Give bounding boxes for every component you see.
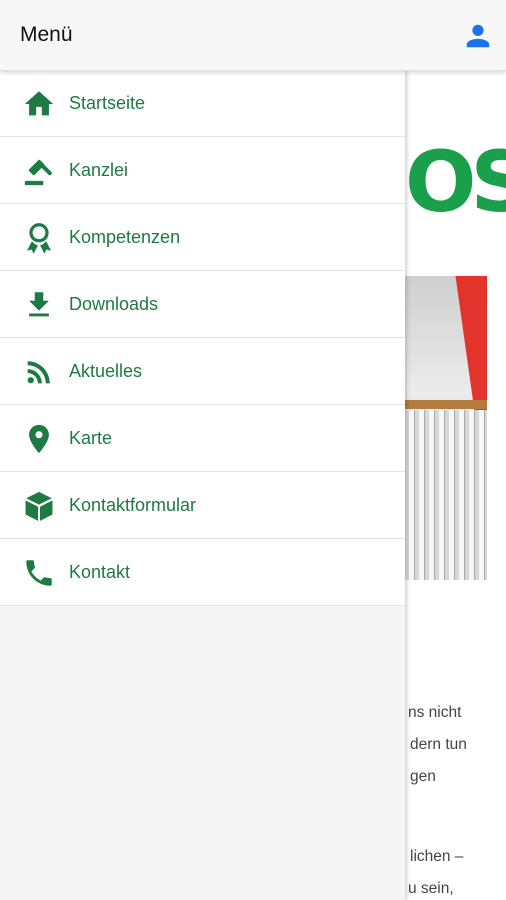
menu-item-label: Kontaktformular <box>69 495 197 515</box>
text-line: ns nicht <box>408 704 462 721</box>
menu-item-label: Startseite <box>69 93 146 113</box>
menu-item-label: Karte <box>69 428 113 448</box>
menu-item-kontaktformular[interactable]: Kontaktformular <box>0 472 405 539</box>
menu-item-label: Downloads <box>69 294 159 314</box>
menu-list: Startseite Kanzlei Kompetenzen Downloads <box>0 70 405 606</box>
menu-item-label: Kontakt <box>69 562 131 582</box>
text-line: lichen – <box>410 848 464 865</box>
menu-item-aktuelles[interactable]: Aktuelles <box>0 338 405 405</box>
menu-item-kontakt[interactable]: Kontakt <box>0 539 405 606</box>
menu-item-startseite[interactable]: Startseite <box>0 70 405 137</box>
menu-item-downloads[interactable]: Downloads <box>0 271 405 338</box>
menu-item-label: Kompetenzen <box>69 227 181 247</box>
box-icon <box>22 489 56 523</box>
menu-item-kompetenzen[interactable]: Kompetenzen <box>0 204 405 271</box>
menu-item-label: Kanzlei <box>69 160 129 180</box>
download-icon <box>22 288 56 322</box>
menu-title: Menü <box>20 23 73 46</box>
app-bar: Menü <box>0 0 506 71</box>
user-icon[interactable] <box>464 22 492 50</box>
text-line: dern tun <box>410 736 467 753</box>
menu-item-label: Aktuelles <box>69 361 143 381</box>
text-line: gen <box>410 768 436 785</box>
office-photo <box>405 276 487 580</box>
menu-item-kanzlei[interactable]: Kanzlei <box>0 137 405 204</box>
award-icon <box>22 221 56 255</box>
map-marker-icon <box>22 422 56 456</box>
menu-item-karte[interactable]: Karte <box>0 405 405 472</box>
gavel-icon <box>22 154 56 188</box>
text-line: u sein, <box>408 880 454 897</box>
home-icon <box>22 87 56 121</box>
navigation-drawer: Startseite Kanzlei Kompetenzen Downloads <box>0 70 405 900</box>
phone-icon <box>22 556 56 590</box>
logo-fragment: OS <box>405 133 506 231</box>
rss-icon <box>22 355 56 389</box>
